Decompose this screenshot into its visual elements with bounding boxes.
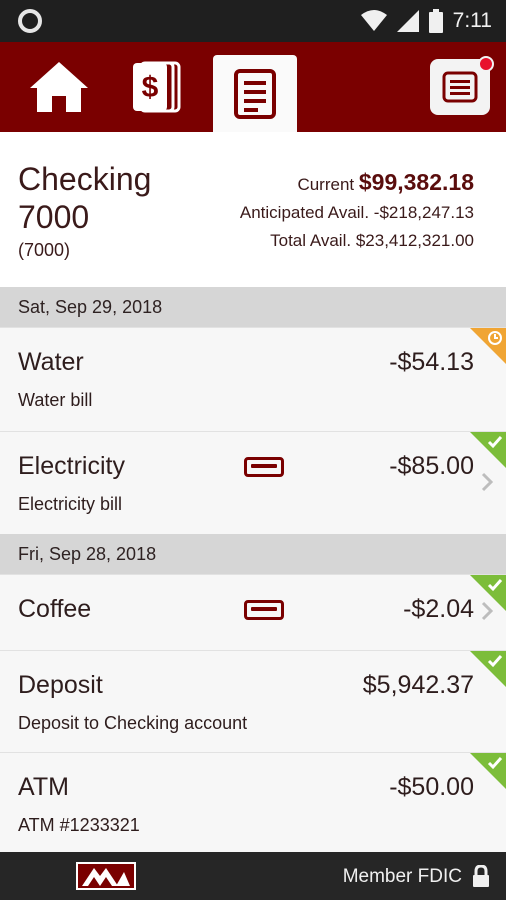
notification-dot-icon [18, 9, 42, 33]
transaction-title: Water [18, 348, 84, 376]
transaction-description: Electricity bill [18, 494, 123, 514]
footer: Member FDIC [0, 852, 506, 900]
transaction-row[interactable]: Coffee -$2.04 [0, 574, 506, 650]
anticipated-balance: Anticipated Avail. -$218,247.13 [239, 203, 474, 222]
transaction-amount: -$2.04 [403, 595, 474, 623]
transaction-row[interactable]: Deposit Deposit to Checking account $5,9… [0, 650, 506, 752]
total-available-balance: Total Avail. $23,412,321.00 [270, 231, 474, 250]
card-icon [244, 457, 284, 477]
account-number: (7000) [18, 240, 71, 260]
transaction-title: Electricity [18, 452, 125, 480]
notification-badge [478, 56, 494, 72]
current-balance: Current $99,382.18 [297, 169, 474, 195]
check-icon [487, 655, 503, 668]
lock-icon [473, 865, 489, 887]
nav-accounts-button[interactable]: $ [112, 42, 202, 132]
dollar-cards-icon: $ [133, 61, 181, 113]
transaction-row[interactable]: Water Water bill -$54.13 [0, 327, 506, 431]
transaction-title: Coffee [18, 595, 92, 623]
date-header: Sat, Sep 29, 2018 [0, 287, 506, 327]
clock-icon [488, 331, 502, 345]
transaction-title: ATM [18, 773, 69, 801]
document-list-icon [234, 68, 276, 119]
date-header: Fri, Sep 28, 2018 [0, 534, 506, 574]
home-icon [30, 62, 88, 112]
check-icon [487, 436, 503, 449]
nav-home-button[interactable] [14, 42, 104, 132]
battery-icon [428, 9, 443, 33]
balances: Current $99,382.18 Anticipated Avail. -$… [240, 168, 474, 255]
transaction-amount: -$85.00 [389, 452, 474, 480]
transaction-description: Deposit to Checking account [18, 713, 248, 733]
signal-icon [396, 10, 419, 32]
menu-icon [442, 71, 478, 103]
member-fdic-text: Member FDIC [342, 866, 462, 887]
account-summary: Checking 7000 (7000) Current $99,382.18 … [0, 132, 506, 287]
transaction-amount: $5,942.37 [362, 671, 474, 699]
transaction-row[interactable]: Electricity Electricity bill -$85.00 [0, 431, 506, 534]
transaction-amount: -$50.00 [389, 773, 474, 801]
nav-menu-button[interactable] [430, 56, 494, 115]
status-bar: 7:11 [0, 0, 506, 42]
check-icon [487, 579, 503, 592]
top-navigation: $ [0, 42, 506, 132]
check-icon [487, 757, 503, 770]
nav-transactions-tab[interactable] [213, 55, 297, 132]
transaction-title: Deposit [18, 671, 103, 699]
wifi-icon [360, 10, 387, 31]
transaction-row[interactable]: ATM ATM #1233321 -$50.00 [0, 752, 506, 852]
status-time: 7:11 [452, 9, 492, 32]
card-icon [244, 600, 284, 620]
bank-logo-icon [76, 862, 136, 890]
transaction-amount: -$54.13 [389, 348, 474, 376]
chevron-right-icon [481, 472, 494, 492]
svg-text:$: $ [142, 71, 159, 104]
transaction-description: ATM #1233321 [18, 815, 140, 835]
transaction-description: Water bill [18, 390, 93, 410]
account-name: Checking 7000 [18, 161, 152, 235]
